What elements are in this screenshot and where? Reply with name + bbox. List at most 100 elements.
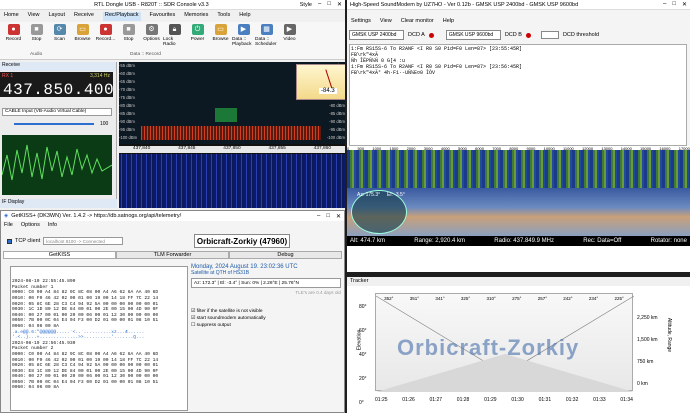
menu-home[interactable]: Home: [4, 12, 19, 21]
window-title: RTL Dongle USB - R820T :: SDR Console v3…: [94, 1, 209, 8]
menu-receive[interactable]: Receive: [74, 12, 94, 21]
menu-help[interactable]: Help: [443, 18, 454, 27]
db-tick: -100 dBm: [119, 135, 138, 140]
menu-options[interactable]: Options: [21, 222, 40, 228]
dcd-b-indicator: [525, 32, 531, 38]
menu-tools[interactable]: Tools: [217, 12, 230, 21]
menu-layout[interactable]: Layout: [49, 12, 66, 21]
audio-spectrum: [2, 135, 112, 195]
menu-settings[interactable]: Settings: [351, 18, 371, 27]
menu-memories[interactable]: Memories: [184, 12, 208, 21]
packet-log[interactable]: 2024-08-19 22:55:45.890 Packet number 1 00…: [10, 266, 188, 411]
data-scheduler-button[interactable]: ▦ Data :: Scheduler: [255, 22, 278, 59]
log-line: 0060: 04 06 00 8A: [12, 385, 59, 391]
minimize-icon[interactable]: –: [317, 213, 320, 220]
monitor-text[interactable]: 1:Fm RS15S-6 To R2ANF <I R0 S0 Pid=F0 Le…: [349, 44, 687, 146]
browse-2-button[interactable]: ▭ Browse: [209, 22, 232, 59]
db-tick: -70 dBm: [119, 87, 135, 92]
db-tick: -90 dBm: [329, 119, 345, 124]
satellite-map: Az: 175.3° El: -3.5°: [347, 188, 690, 236]
if-display-header: IF Display: [0, 199, 117, 208]
stop-data-icon: ■: [122, 24, 135, 35]
power-button[interactable]: ⏻ Power: [186, 22, 209, 59]
satellite-watermark: Orbicraft-Zorkiy: [397, 335, 580, 360]
rec-status: Rec: Data=Off: [583, 238, 622, 244]
db-tick: -75 dBm: [119, 95, 135, 100]
db-tick: -60 dBm: [119, 71, 135, 76]
rotator-status: Rotator: none: [650, 238, 687, 244]
host-field[interactable]: localhost 8100 -> Connected: [43, 237, 124, 245]
dcd-a-indicator: [428, 32, 434, 38]
menu-view[interactable]: View: [28, 12, 40, 21]
getkiss-title-bar: ◈ GetKISS+ (DK3WN) Ver. 1.4.2 -> https:/…: [1, 211, 344, 221]
elev-tick: 80°: [359, 304, 367, 310]
vfo-marker[interactable]: [215, 108, 237, 122]
record-data-label: Record...: [95, 37, 116, 42]
az-marker: 351°: [409, 296, 420, 301]
close-icon[interactable]: ✕: [337, 1, 342, 8]
browse-2-label: Browse: [212, 37, 229, 42]
close-icon[interactable]: ✕: [682, 1, 687, 8]
menu-file[interactable]: File: [4, 222, 13, 228]
filter-label: filter if the satellite is not visible: [196, 309, 263, 314]
menu-clear-monitor[interactable]: Clear monitor: [401, 18, 434, 27]
maximize-icon[interactable]: □: [672, 1, 676, 8]
maximize-icon[interactable]: □: [327, 1, 331, 8]
freq-tick: 437,855: [268, 146, 286, 151]
frequency-display[interactable]: RX 1 3,314 Hz 437.850.400: [0, 72, 114, 99]
tcp-client-checkbox[interactable]: [7, 238, 12, 244]
sample-rate: 3,314 Hz: [89, 73, 110, 79]
close-icon[interactable]: ✕: [336, 213, 341, 220]
menu-favourites[interactable]: Favourites: [150, 12, 176, 21]
time-tick: 01:34: [620, 397, 633, 403]
style-menu[interactable]: Style: [300, 2, 312, 8]
minimize-icon[interactable]: –: [663, 1, 666, 8]
menu-view[interactable]: View: [380, 18, 392, 27]
title-bar: RTL Dongle USB - R820T :: SDR Console v3…: [0, 0, 345, 10]
volume-slider[interactable]: [14, 123, 94, 125]
options-list: ☑ filter if the satellite is not visible…: [191, 309, 341, 328]
record-data-button[interactable]: ● Record...: [94, 22, 117, 59]
db-tick: -85 dBm: [329, 111, 345, 116]
video-button[interactable]: ▶ Video: [278, 22, 301, 59]
db-tick: -65 dBm: [119, 79, 135, 84]
browse-button[interactable]: ▭ Browse: [71, 22, 94, 59]
dcd-threshold-slider[interactable]: [540, 31, 559, 39]
dcd-threshold-label: DCD threshold: [562, 32, 600, 38]
satellite-name[interactable]: Orbicraft-Zorkiy (47960): [194, 234, 290, 248]
suppress-output-option[interactable]: ☐ suppress output: [191, 323, 341, 328]
start-modem-option[interactable]: ☑ start soundmodem automatically: [191, 316, 341, 321]
tab-tlm-forwarder[interactable]: TLM Forwarder: [116, 251, 229, 259]
getkiss-title: GetKISS+ (DK3WN) Ver. 1.4.2 -> https://d…: [11, 213, 182, 219]
tab-getkiss[interactable]: GetKISS: [3, 251, 116, 259]
tab-debug[interactable]: Debug: [229, 251, 342, 259]
elev-tick: 20°: [359, 376, 367, 382]
data-playback-button[interactable]: ▶ Data :: Playback: [232, 22, 255, 59]
record-button[interactable]: ● Record: [2, 22, 25, 59]
dcd-b-label: DCD B: [504, 32, 522, 38]
mode-b-select[interactable]: GMSK USP 9600bd: [445, 30, 501, 40]
db-scale-left: -55 dBm -60 dBm -65 dBm -70 dBm -75 dBm -80 d…: [119, 62, 139, 142]
playback-icon: ▶: [237, 24, 250, 35]
stop-label: Stop: [31, 37, 42, 42]
scan-button[interactable]: ⟳ Scan: [48, 22, 71, 59]
waterfall: [119, 154, 345, 208]
tle-age: TLE's are 0.4 days old: [295, 290, 341, 295]
freq-tick: 437,850: [223, 146, 241, 151]
menu-info[interactable]: Info: [48, 222, 57, 228]
db-tick: -95 dBm: [119, 127, 135, 132]
audio-input-select[interactable]: CABLE Input (VB-Audio Virtual Cable): [2, 108, 112, 116]
checkbox-checked-icon: ☑: [191, 316, 196, 321]
filter-option[interactable]: ☑ filter if the satellite is not visible: [191, 309, 341, 314]
volume-value: 100: [100, 121, 109, 127]
menu-rec-playback[interactable]: Rec/Playback: [102, 12, 141, 21]
scheduler-icon: ▦: [260, 24, 273, 35]
maximize-icon[interactable]: □: [326, 213, 330, 220]
menu-help[interactable]: Help: [239, 12, 250, 21]
scan-icon: ⟳: [53, 24, 66, 35]
record-icon: ●: [7, 24, 20, 35]
options-label: Options: [143, 37, 160, 42]
lock-radio-button[interactable]: 🔒︎ Lock Radio: [163, 22, 186, 59]
mode-a-select[interactable]: GMSK USP 2400bd: [349, 30, 404, 40]
minimize-icon[interactable]: –: [318, 1, 321, 8]
